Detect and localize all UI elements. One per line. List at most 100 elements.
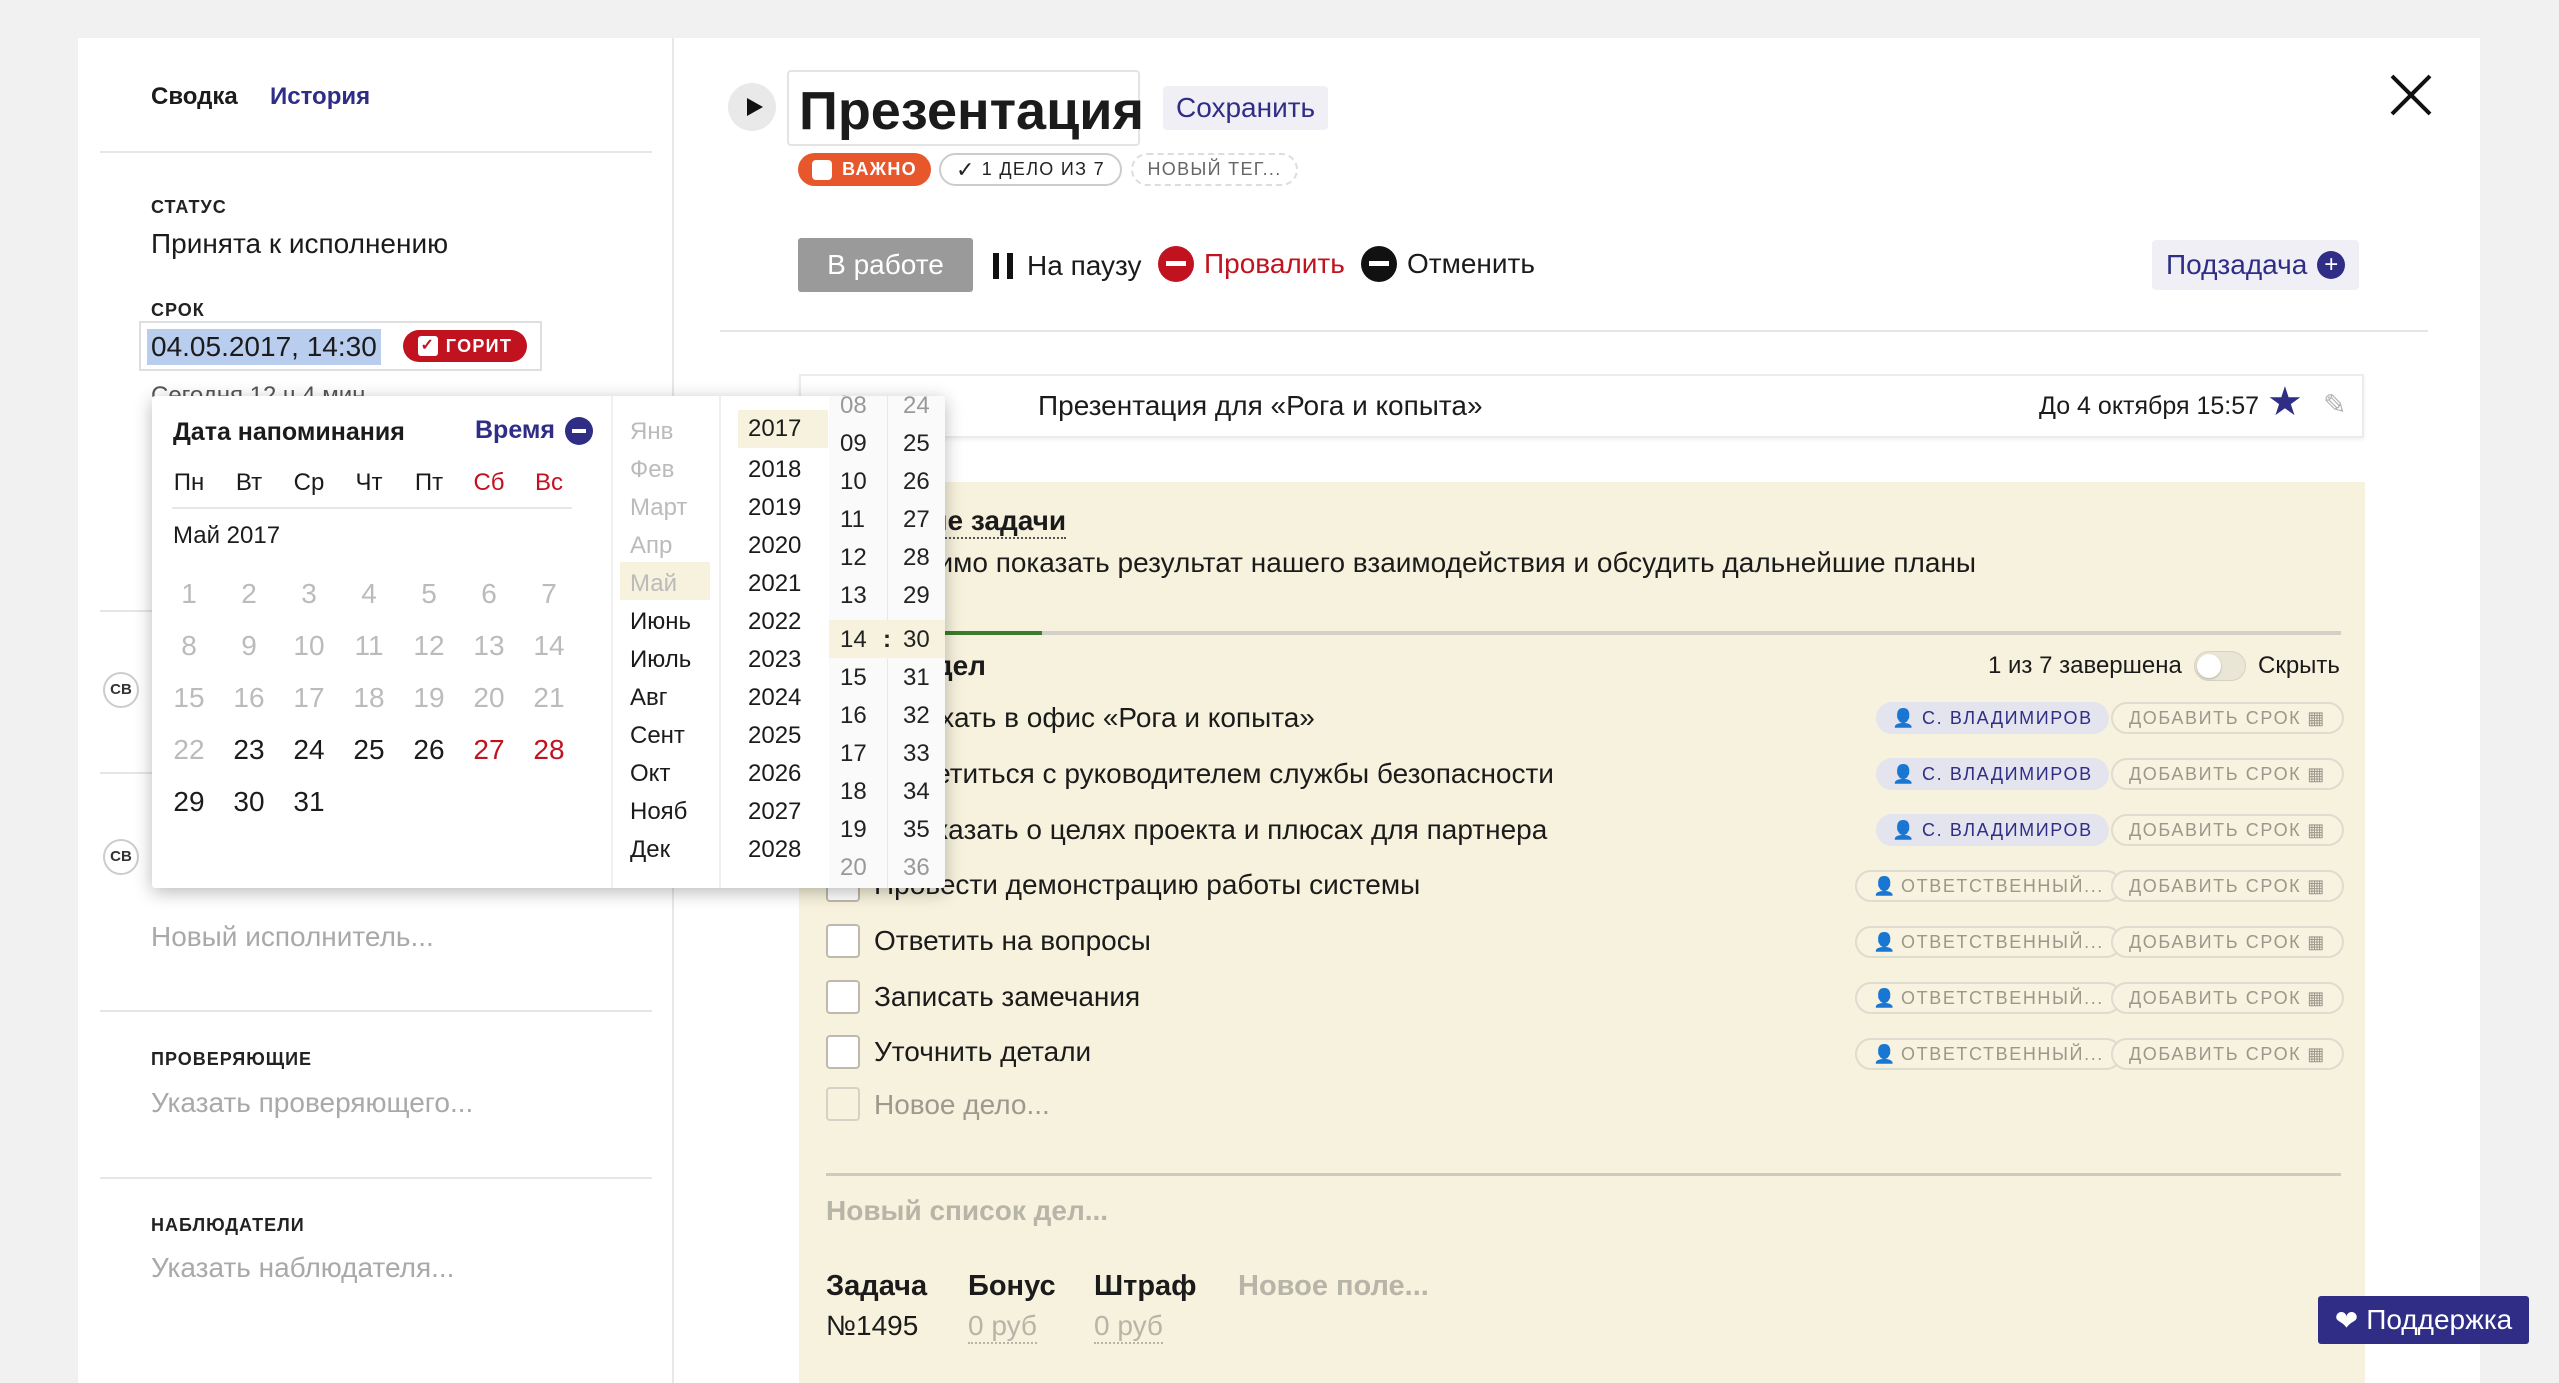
checkbox[interactable] bbox=[826, 980, 860, 1014]
hour-option[interactable]: 11 bbox=[840, 506, 865, 534]
play-icon[interactable] bbox=[728, 83, 776, 131]
fine-input[interactable]: 0 руб bbox=[1094, 1310, 1163, 1344]
hour-option[interactable]: 15 bbox=[840, 664, 867, 692]
status-value[interactable]: Принята к исполнению bbox=[151, 228, 448, 260]
todo-text[interactable]: Записать замечания bbox=[874, 981, 1140, 1013]
year-option[interactable]: 2023 bbox=[738, 646, 828, 674]
new-executor-input[interactable]: Новый исполнитель... bbox=[151, 921, 434, 953]
year-option[interactable]: 2019 bbox=[738, 494, 828, 522]
tab-summary[interactable]: Сводка bbox=[151, 83, 238, 111]
minute-option[interactable]: 31 bbox=[903, 664, 930, 692]
minute-option[interactable]: 32 bbox=[903, 702, 930, 730]
avatar[interactable]: СВ bbox=[103, 839, 139, 875]
calendar-day[interactable]: 31 bbox=[281, 786, 337, 818]
assignee-chip[interactable]: 👤 С. ВЛАДИМИРОВ bbox=[1876, 702, 2109, 734]
new-field-input[interactable]: Новое поле... bbox=[1238, 1270, 1429, 1303]
month-option[interactable]: Янв bbox=[630, 418, 673, 446]
calendar-day[interactable]: 29 bbox=[161, 786, 217, 818]
support-button[interactable]: ❤ Поддержка bbox=[2318, 1296, 2529, 1344]
assignee-chip[interactable]: 👤 ОТВЕТСТВЕННЫЙ... bbox=[1855, 870, 2122, 902]
year-option[interactable]: 2017 bbox=[738, 410, 828, 448]
month-option[interactable]: Апр bbox=[630, 532, 672, 560]
hour-option[interactable]: 20 bbox=[840, 854, 867, 882]
parent-task-bar[interactable]: Задача: Презентация для «Рога и копыта» … bbox=[799, 374, 2364, 438]
minute-option[interactable]: 30 bbox=[903, 626, 930, 654]
minute-option[interactable]: 26 bbox=[903, 468, 930, 496]
hour-option[interactable]: 10 bbox=[840, 468, 867, 496]
checkbox[interactable] bbox=[826, 924, 860, 958]
description-text[interactable]: Необходимо показать результат нашего вза… bbox=[826, 547, 1976, 579]
month-option[interactable]: Авг bbox=[630, 684, 668, 712]
new-tag-input[interactable]: НОВЫЙ ТЕГ... bbox=[1131, 153, 1298, 186]
year-option[interactable]: 2028 bbox=[738, 836, 828, 864]
add-deadline-chip[interactable]: ДОБАВИТЬ СРОК ▦ bbox=[2111, 982, 2344, 1014]
minute-option[interactable]: 35 bbox=[903, 816, 930, 844]
assignee-chip[interactable]: 👤 ОТВЕТСТВЕННЫЙ... bbox=[1855, 1038, 2122, 1070]
minute-option[interactable]: 24 bbox=[903, 396, 930, 420]
add-deadline-chip[interactable]: ДОБАВИТЬ СРОК ▦ bbox=[2111, 758, 2344, 790]
todo-text[interactable]: Встретиться с руководителем службы безоп… bbox=[874, 758, 1554, 790]
pause-button[interactable]: На паузу bbox=[993, 246, 1142, 286]
hour-option[interactable]: 12 bbox=[840, 544, 867, 572]
hour-option[interactable]: 16 bbox=[840, 702, 867, 730]
calendar-day[interactable]: 23 bbox=[221, 734, 277, 766]
hour-option[interactable]: 13 bbox=[840, 582, 867, 610]
minute-option[interactable]: 36 bbox=[903, 854, 930, 882]
calendar-day[interactable]: 25 bbox=[341, 734, 397, 766]
minute-option[interactable]: 27 bbox=[903, 506, 930, 534]
checkbox[interactable] bbox=[826, 1035, 860, 1069]
month-option[interactable]: Фев bbox=[630, 456, 674, 484]
star-icon[interactable]: ★ bbox=[2267, 382, 2303, 422]
hour-option[interactable]: 19 bbox=[840, 816, 867, 844]
minute-option[interactable]: 28 bbox=[903, 544, 930, 572]
hide-label[interactable]: Скрыть bbox=[2258, 652, 2340, 680]
task-title-input[interactable]: Презентация bbox=[787, 70, 1144, 146]
pencil-icon[interactable]: ✎ bbox=[2323, 388, 2346, 421]
calendar-day[interactable]: 28 bbox=[521, 734, 577, 766]
time-toggle[interactable]: Время bbox=[475, 416, 593, 445]
assignee-chip[interactable]: 👤 С. ВЛАДИМИРОВ bbox=[1876, 814, 2109, 846]
watcher-input[interactable]: Указать наблюдателя... bbox=[151, 1252, 454, 1284]
assignee-chip[interactable]: 👤 ОТВЕТСТВЕННЫЙ... bbox=[1855, 982, 2122, 1014]
reviewer-input[interactable]: Указать проверяющего... bbox=[151, 1087, 473, 1119]
tab-history[interactable]: История bbox=[270, 83, 370, 111]
todo-text[interactable]: Рассказать о целях проекта и плюсах для … bbox=[874, 814, 1547, 846]
assignee-chip[interactable]: 👤 ОТВЕТСТВЕННЫЙ... bbox=[1855, 926, 2122, 958]
minute-option[interactable]: 25 bbox=[903, 430, 930, 458]
add-deadline-chip[interactable]: ДОБАВИТЬ СРОК ▦ bbox=[2111, 870, 2344, 902]
in-progress-button[interactable]: В работе bbox=[798, 238, 973, 292]
todo-text[interactable]: Провести демонстрацию работы системы bbox=[874, 869, 1420, 901]
year-option[interactable]: 2026 bbox=[738, 760, 828, 788]
minute-option[interactable]: 34 bbox=[903, 778, 930, 806]
hour-option[interactable]: 17 bbox=[840, 740, 867, 768]
avatar[interactable]: СВ bbox=[103, 672, 139, 708]
month-option[interactable]: Май bbox=[630, 570, 677, 598]
month-option[interactable]: Нояб bbox=[630, 798, 687, 826]
month-option[interactable]: Июль bbox=[630, 646, 691, 674]
year-option[interactable]: 2024 bbox=[738, 684, 828, 712]
month-option[interactable]: Июнь bbox=[630, 608, 691, 636]
parent-task-name[interactable]: Презентация для «Рога и копыта» bbox=[1038, 390, 1483, 422]
calendar-day[interactable]: 30 bbox=[221, 786, 277, 818]
month-option[interactable]: Март bbox=[630, 494, 687, 522]
hour-option[interactable]: 18 bbox=[840, 778, 867, 806]
year-option[interactable]: 2025 bbox=[738, 722, 828, 750]
bonus-input[interactable]: 0 руб bbox=[968, 1310, 1037, 1344]
year-option[interactable]: 2020 bbox=[738, 532, 828, 560]
calendar-day[interactable]: 24 bbox=[281, 734, 337, 766]
month-option[interactable]: Дек bbox=[630, 836, 670, 864]
minute-option[interactable]: 29 bbox=[903, 582, 930, 610]
assignee-chip[interactable]: 👤 С. ВЛАДИМИРОВ bbox=[1876, 758, 2109, 790]
close-icon[interactable] bbox=[2388, 72, 2434, 118]
tag-todo-count[interactable]: ✓ 1 ДЕЛО ИЗ 7 bbox=[939, 153, 1122, 186]
year-option[interactable]: 2021 bbox=[738, 570, 828, 598]
month-option[interactable]: Окт bbox=[630, 760, 670, 788]
tag-important[interactable]: ВАЖНО bbox=[798, 153, 931, 186]
new-item-input[interactable]: Новое дело... bbox=[874, 1089, 1050, 1121]
todo-text[interactable]: Уточнить детали bbox=[874, 1036, 1091, 1068]
fail-button[interactable]: Провалить bbox=[1158, 244, 1345, 284]
year-option[interactable]: 2022 bbox=[738, 608, 828, 636]
add-deadline-chip[interactable]: ДОБАВИТЬ СРОК ▦ bbox=[2111, 926, 2344, 958]
add-deadline-chip[interactable]: ДОБАВИТЬ СРОК ▦ bbox=[2111, 814, 2344, 846]
add-deadline-chip[interactable]: ДОБАВИТЬ СРОК ▦ bbox=[2111, 1038, 2344, 1070]
